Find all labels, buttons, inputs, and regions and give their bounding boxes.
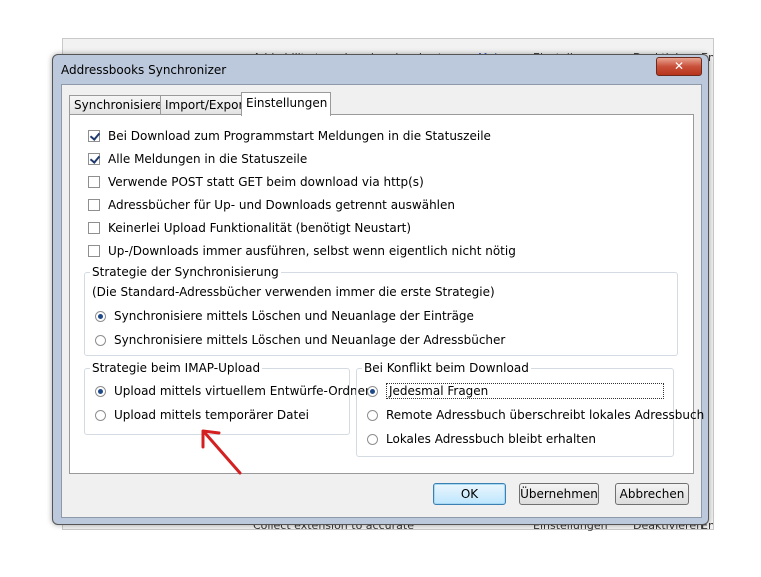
radio-button[interactable] [367,385,378,397]
checkbox[interactable] [88,130,100,142]
radio-button[interactable] [95,385,106,397]
close-button[interactable]: ✕ [656,57,702,76]
radio-sync-addressbooks[interactable]: Synchronisiere mittels Löschen und Neuan… [95,331,505,349]
group-title: Strategie der Synchronisierung [90,265,281,279]
apply-button[interactable]: Übernehmen [519,483,599,505]
radio-conflict-local[interactable]: Lokales Adressbuch bleibt erhalten [367,430,596,448]
checkbox[interactable] [88,176,100,188]
radio-sync-entries[interactable]: Synchronisiere mittels Löschen und Neuan… [95,307,474,325]
radio-button[interactable] [95,334,106,346]
option-download-statusbar[interactable]: Bei Download zum Programmstart Meldungen… [88,127,491,145]
tab-synchronisieren[interactable]: Synchronisieren [69,95,170,115]
group-title: Bei Konflikt beim Download [362,361,531,375]
settings-dialog: Addressbooks Synchronizer ✕ Synchronisie… [52,54,709,525]
option-use-post[interactable]: Verwende POST statt GET beim download vi… [88,173,424,191]
dialog-client-area: Synchronisieren Import/Export Einstellun… [61,84,704,518]
radio-button[interactable] [367,433,378,445]
radio-button[interactable] [95,310,106,322]
checkbox[interactable] [88,199,100,211]
cancel-button[interactable]: Abbrechen [615,483,689,505]
einstellungen-panel: Bei Download zum Programmstart Meldungen… [69,114,704,474]
option-always-sync[interactable]: Up-/Downloads immer ausführen, selbst we… [88,242,516,260]
checkbox[interactable] [88,245,100,257]
radio-conflict-remote[interactable]: Remote Adressbuch überschreibt lokales A… [367,406,704,424]
conflict-group: Bei Konflikt beim Download Jedesmal Frag… [356,361,704,457]
close-icon: ✕ [673,59,685,73]
radio-conflict-ask[interactable]: Jedesmal Fragen [367,382,664,400]
title-bar[interactable]: Addressbooks Synchronizer ✕ [53,55,708,83]
ok-button[interactable]: OK [433,483,506,505]
option-separate-addressbooks[interactable]: Adressbücher für Up- und Downloads getre… [88,196,455,214]
tab-import-export[interactable]: Import/Export [160,95,248,115]
radio-button[interactable] [367,409,378,421]
checkbox[interactable] [88,222,100,234]
group-title: Strategie beim IMAP-Upload [90,361,263,375]
radio-button[interactable] [95,409,106,421]
dialog-title: Addressbooks Synchronizer [61,63,227,77]
checkbox[interactable] [88,153,100,165]
radio-imap-drafts[interactable]: Upload mittels virtuellem Entwürfe-Ordne… [95,382,370,400]
tab-einstellungen[interactable]: Einstellungen [241,92,331,116]
sync-strategy-group: Strategie der Synchronisierung (Die Stan… [84,265,678,356]
option-no-upload[interactable]: Keinerlei Upload Funktionalität (benötig… [88,219,411,237]
radio-imap-tempfile[interactable]: Upload mittels temporärer Datei [95,406,309,424]
sync-strategy-note: (Die Standard-Adressbücher verwenden imm… [92,285,495,299]
annotation-arrow-icon [201,429,242,475]
option-all-messages-statusbar[interactable]: Alle Meldungen in die Statuszeile [88,150,307,168]
